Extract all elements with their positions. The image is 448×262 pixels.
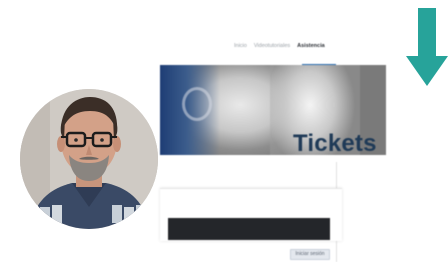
hero-ring-shape (182, 87, 212, 121)
top-navigation: Inicio Videotutoriales Asistencia (234, 43, 325, 49)
webcam-bubble (20, 89, 158, 229)
nav-item-inicio[interactable]: Inicio (234, 43, 247, 49)
nav-item-asistencia[interactable]: Asistencia (297, 43, 325, 49)
captured-web-page: Inicio Videotutoriales Asistencia Ticket… (150, 38, 386, 262)
dark-banner (168, 218, 330, 240)
arrow-down-icon (406, 8, 448, 86)
presenter-portrait (20, 89, 158, 229)
nav-item-videotutoriales[interactable]: Videotutoriales (254, 43, 290, 49)
start-session-button[interactable]: Iniciar sesión (290, 249, 330, 260)
hero-title: Tickets (293, 130, 377, 157)
